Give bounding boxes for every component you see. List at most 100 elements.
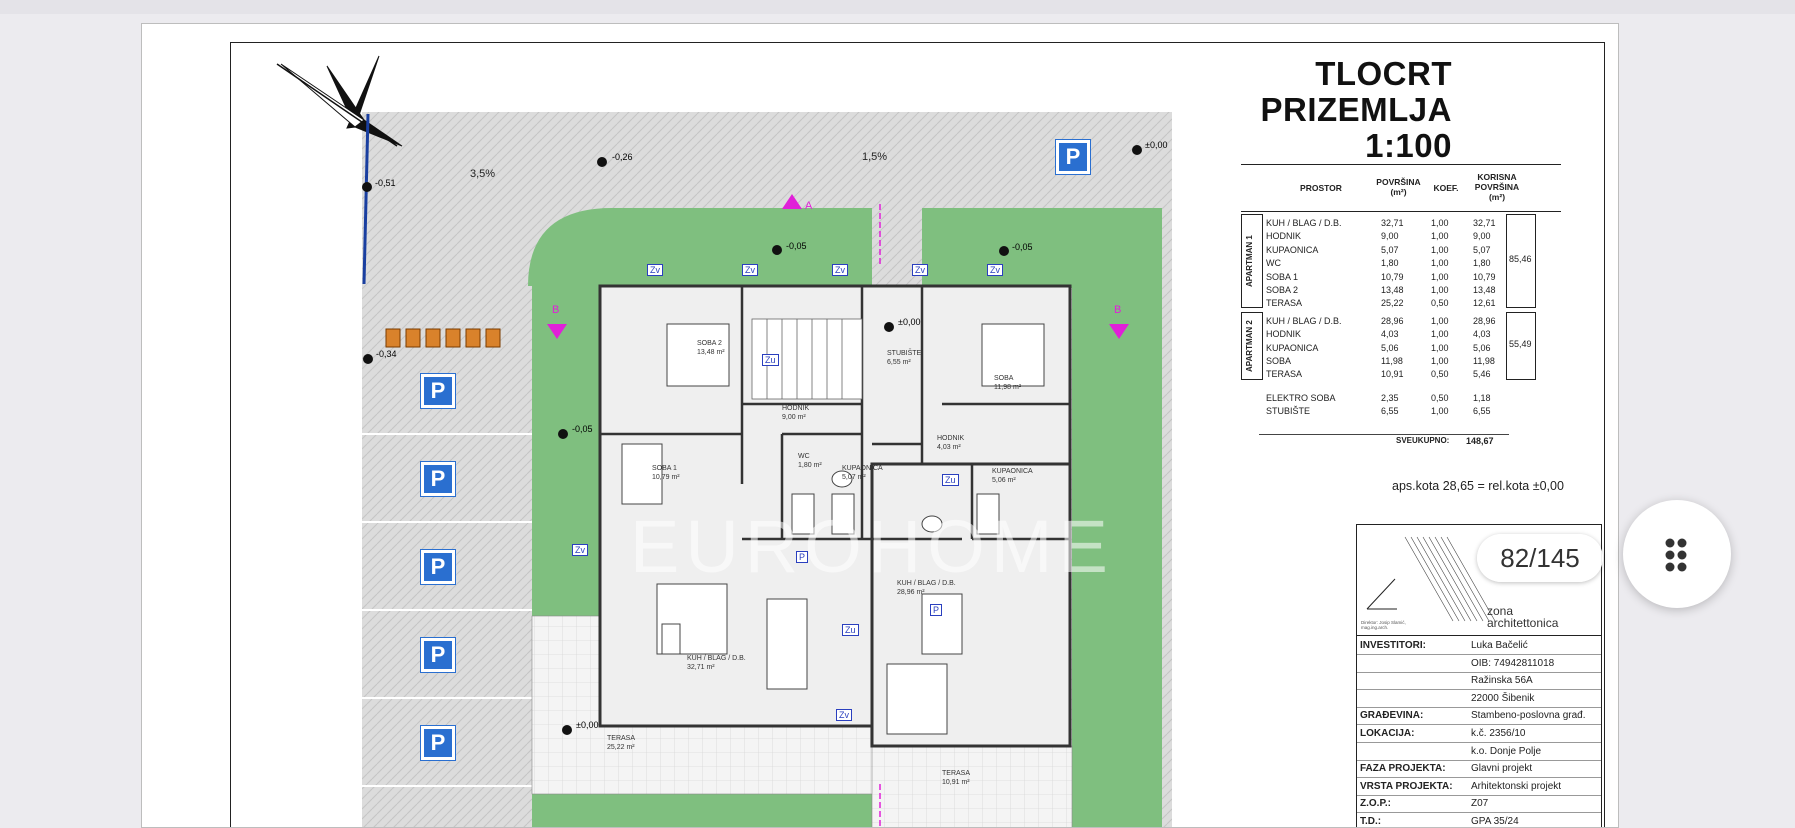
info-value: 22000 Šibenik — [1471, 692, 1535, 704]
table-cell: 0,50 — [1431, 298, 1449, 309]
info-row: k.o. Donje Polje — [1357, 743, 1601, 761]
level-label: -0,51 — [375, 178, 396, 188]
elevation-reference: aps.kota 28,65 = rel.kota ±0,00 — [1392, 479, 1564, 493]
section-label: A — [805, 200, 813, 212]
zv-tag: Zv — [836, 709, 852, 721]
info-row: OIB: 74942811018 — [1357, 655, 1601, 673]
zv-tag: Zv — [742, 264, 758, 276]
info-key: LOKACIJA: — [1360, 728, 1415, 739]
browser-top-strip — [0, 0, 1795, 14]
table-cell: 5,07 — [1473, 244, 1491, 255]
table-cell: 9,00 — [1473, 231, 1491, 242]
zv-tag: Zv — [832, 264, 848, 276]
parking-sign: P — [420, 549, 456, 585]
table-cell: TERASA — [1266, 369, 1303, 380]
room-label: WC 1,80 m² — [798, 453, 822, 469]
table-cell: 1,80 — [1381, 258, 1399, 269]
table-header: PROSTOR POVRŠINA (m²) KOEF. KORISNA POVR… — [1241, 164, 1561, 212]
info-row: Z.O.P.: Z07 — [1357, 795, 1601, 814]
company-name: zona architettonica — [1487, 604, 1559, 630]
table-cell: 1,00 — [1431, 285, 1449, 295]
table-cell: 32,71 — [1381, 218, 1404, 228]
table-row: STUBIŠTE 6,55 1,00 6,55 — [1241, 404, 1561, 418]
table-cell: 1,00 — [1431, 231, 1449, 242]
table-cell: 6,55 — [1381, 406, 1399, 417]
table-cell: 0,50 — [1431, 392, 1449, 403]
info-value: Stambeno-poslovna građ. — [1471, 710, 1586, 722]
table-cell: 10,91 — [1381, 369, 1404, 380]
table-row: TERASA 25,22 0,50 12,61 — [1241, 296, 1561, 310]
table-row: HODNIK 4,03 1,00 4,03 — [1241, 327, 1561, 341]
table-cell: KUPAONICA — [1266, 342, 1319, 353]
info-value: GPA 35/24 — [1471, 816, 1519, 827]
table-cell: 13,48 — [1473, 285, 1496, 295]
zv-tag: Zv — [912, 264, 928, 276]
table-cell: 28,96 — [1473, 315, 1496, 326]
table-row: WC 1,80 1,00 1,80 — [1241, 256, 1561, 270]
table-cell: 1,80 — [1473, 258, 1491, 269]
info-value: k.o. Donje Polje — [1471, 745, 1542, 757]
table-row: SOBA 11,98 1,00 11,98 — [1241, 354, 1561, 368]
table-cell: ELEKTRO SOBA — [1266, 392, 1336, 403]
table-cell: SOBA — [1266, 356, 1292, 366]
room-label: STUBIŠTE 6,55 m² — [887, 350, 922, 366]
page-counter: 82/145 — [1477, 534, 1603, 582]
zv-tag: Zv — [572, 544, 588, 556]
table-cell: 4,03 — [1473, 329, 1491, 340]
parking-sign: P — [420, 373, 456, 409]
info-value: OIB: 74942811018 — [1471, 657, 1555, 669]
table-cell: SOBA 2 — [1266, 285, 1299, 295]
menu-button[interactable] — [1623, 500, 1731, 608]
table-cell: 0,50 — [1431, 369, 1449, 380]
room-label: SOBA 11,98 m² — [994, 375, 1022, 391]
level-label: -0,05 — [1012, 242, 1033, 252]
table-cell: SOBA 1 — [1266, 271, 1299, 282]
total-label: SVEUKUPNO: — [1396, 436, 1450, 445]
info-row: INVESTITORI: Luka Bačelić — [1357, 637, 1601, 655]
info-row: VRSTA PROJEKTA: Arhitektonski projekt — [1357, 778, 1601, 796]
table-cell: KUH / BLAG / D.B. — [1266, 218, 1342, 228]
slope-right-label: 1,5% — [862, 151, 888, 163]
table-cell: 5,46 — [1473, 369, 1491, 380]
room-label: KUPAONICA 5,06 m² — [992, 468, 1033, 484]
table-cell: 11,98 — [1381, 356, 1403, 366]
table-cell: KUH / BLAG / D.B. — [1266, 315, 1342, 326]
table-cell: 5,07 — [1381, 244, 1399, 255]
table-row: TERASA 10,91 0,50 5,46 — [1241, 367, 1561, 381]
zv-tag: Zv — [987, 264, 1003, 276]
table-cell: HODNIK — [1266, 231, 1302, 242]
table-cell: 13,48 — [1381, 285, 1404, 295]
table-cell: HODNIK — [1266, 329, 1302, 340]
table-cell: 1,00 — [1431, 244, 1449, 255]
drawing-title: TLOCRT PRIZEMLJA 1:100 — [1260, 55, 1452, 164]
room-label: KUH / BLAG / D.B. 32,71 m² — [687, 655, 746, 671]
info-key: FAZA PROJEKTA: — [1360, 763, 1446, 775]
info-value: Z07 — [1471, 798, 1489, 810]
info-row: Ražinska 56A — [1357, 672, 1601, 691]
info-key: VRSTA PROJEKTA: — [1360, 780, 1453, 792]
table-row: KUH / BLAG / D.B. 28,96 1,00 28,96 — [1241, 314, 1561, 328]
table-cell: 11,98 — [1473, 356, 1495, 366]
info-row: T.D.: GPA 35/24 — [1357, 813, 1601, 827]
parking-sign: P — [420, 461, 456, 497]
zu-tag: Zu — [762, 354, 779, 366]
table-row: KUPAONICA 5,06 1,00 5,06 — [1241, 341, 1561, 355]
terrace-2 — [871, 745, 1073, 827]
info-row: FAZA PROJEKTA: Glavni projekt — [1357, 760, 1601, 779]
table-row: KUPAONICA 5,07 1,00 5,07 — [1241, 243, 1561, 257]
parking-sign: P — [420, 637, 456, 673]
table-cell: 10,79 — [1473, 271, 1496, 282]
info-value: Glavni projekt — [1471, 763, 1533, 775]
info-value: k.č. 2356/10 — [1471, 728, 1526, 739]
table-cell: 28,96 — [1381, 315, 1404, 326]
room-label: SOBA 2 13,48 m² — [697, 340, 725, 356]
watermark: EUROHOME — [630, 505, 1114, 588]
table-row: SOBA 1 10,79 1,00 10,79 — [1241, 270, 1561, 284]
table-cell: 32,71 — [1473, 218, 1496, 228]
room-label: KUPAONICA 5,07 m² — [842, 465, 883, 481]
room-label: HODNIK 9,00 m² — [782, 405, 810, 421]
zu-tag: Zu — [942, 474, 959, 486]
table-cell: 1,00 — [1431, 329, 1449, 340]
total-value: 148,67 — [1466, 436, 1494, 446]
table-cell: 1,00 — [1431, 315, 1449, 326]
